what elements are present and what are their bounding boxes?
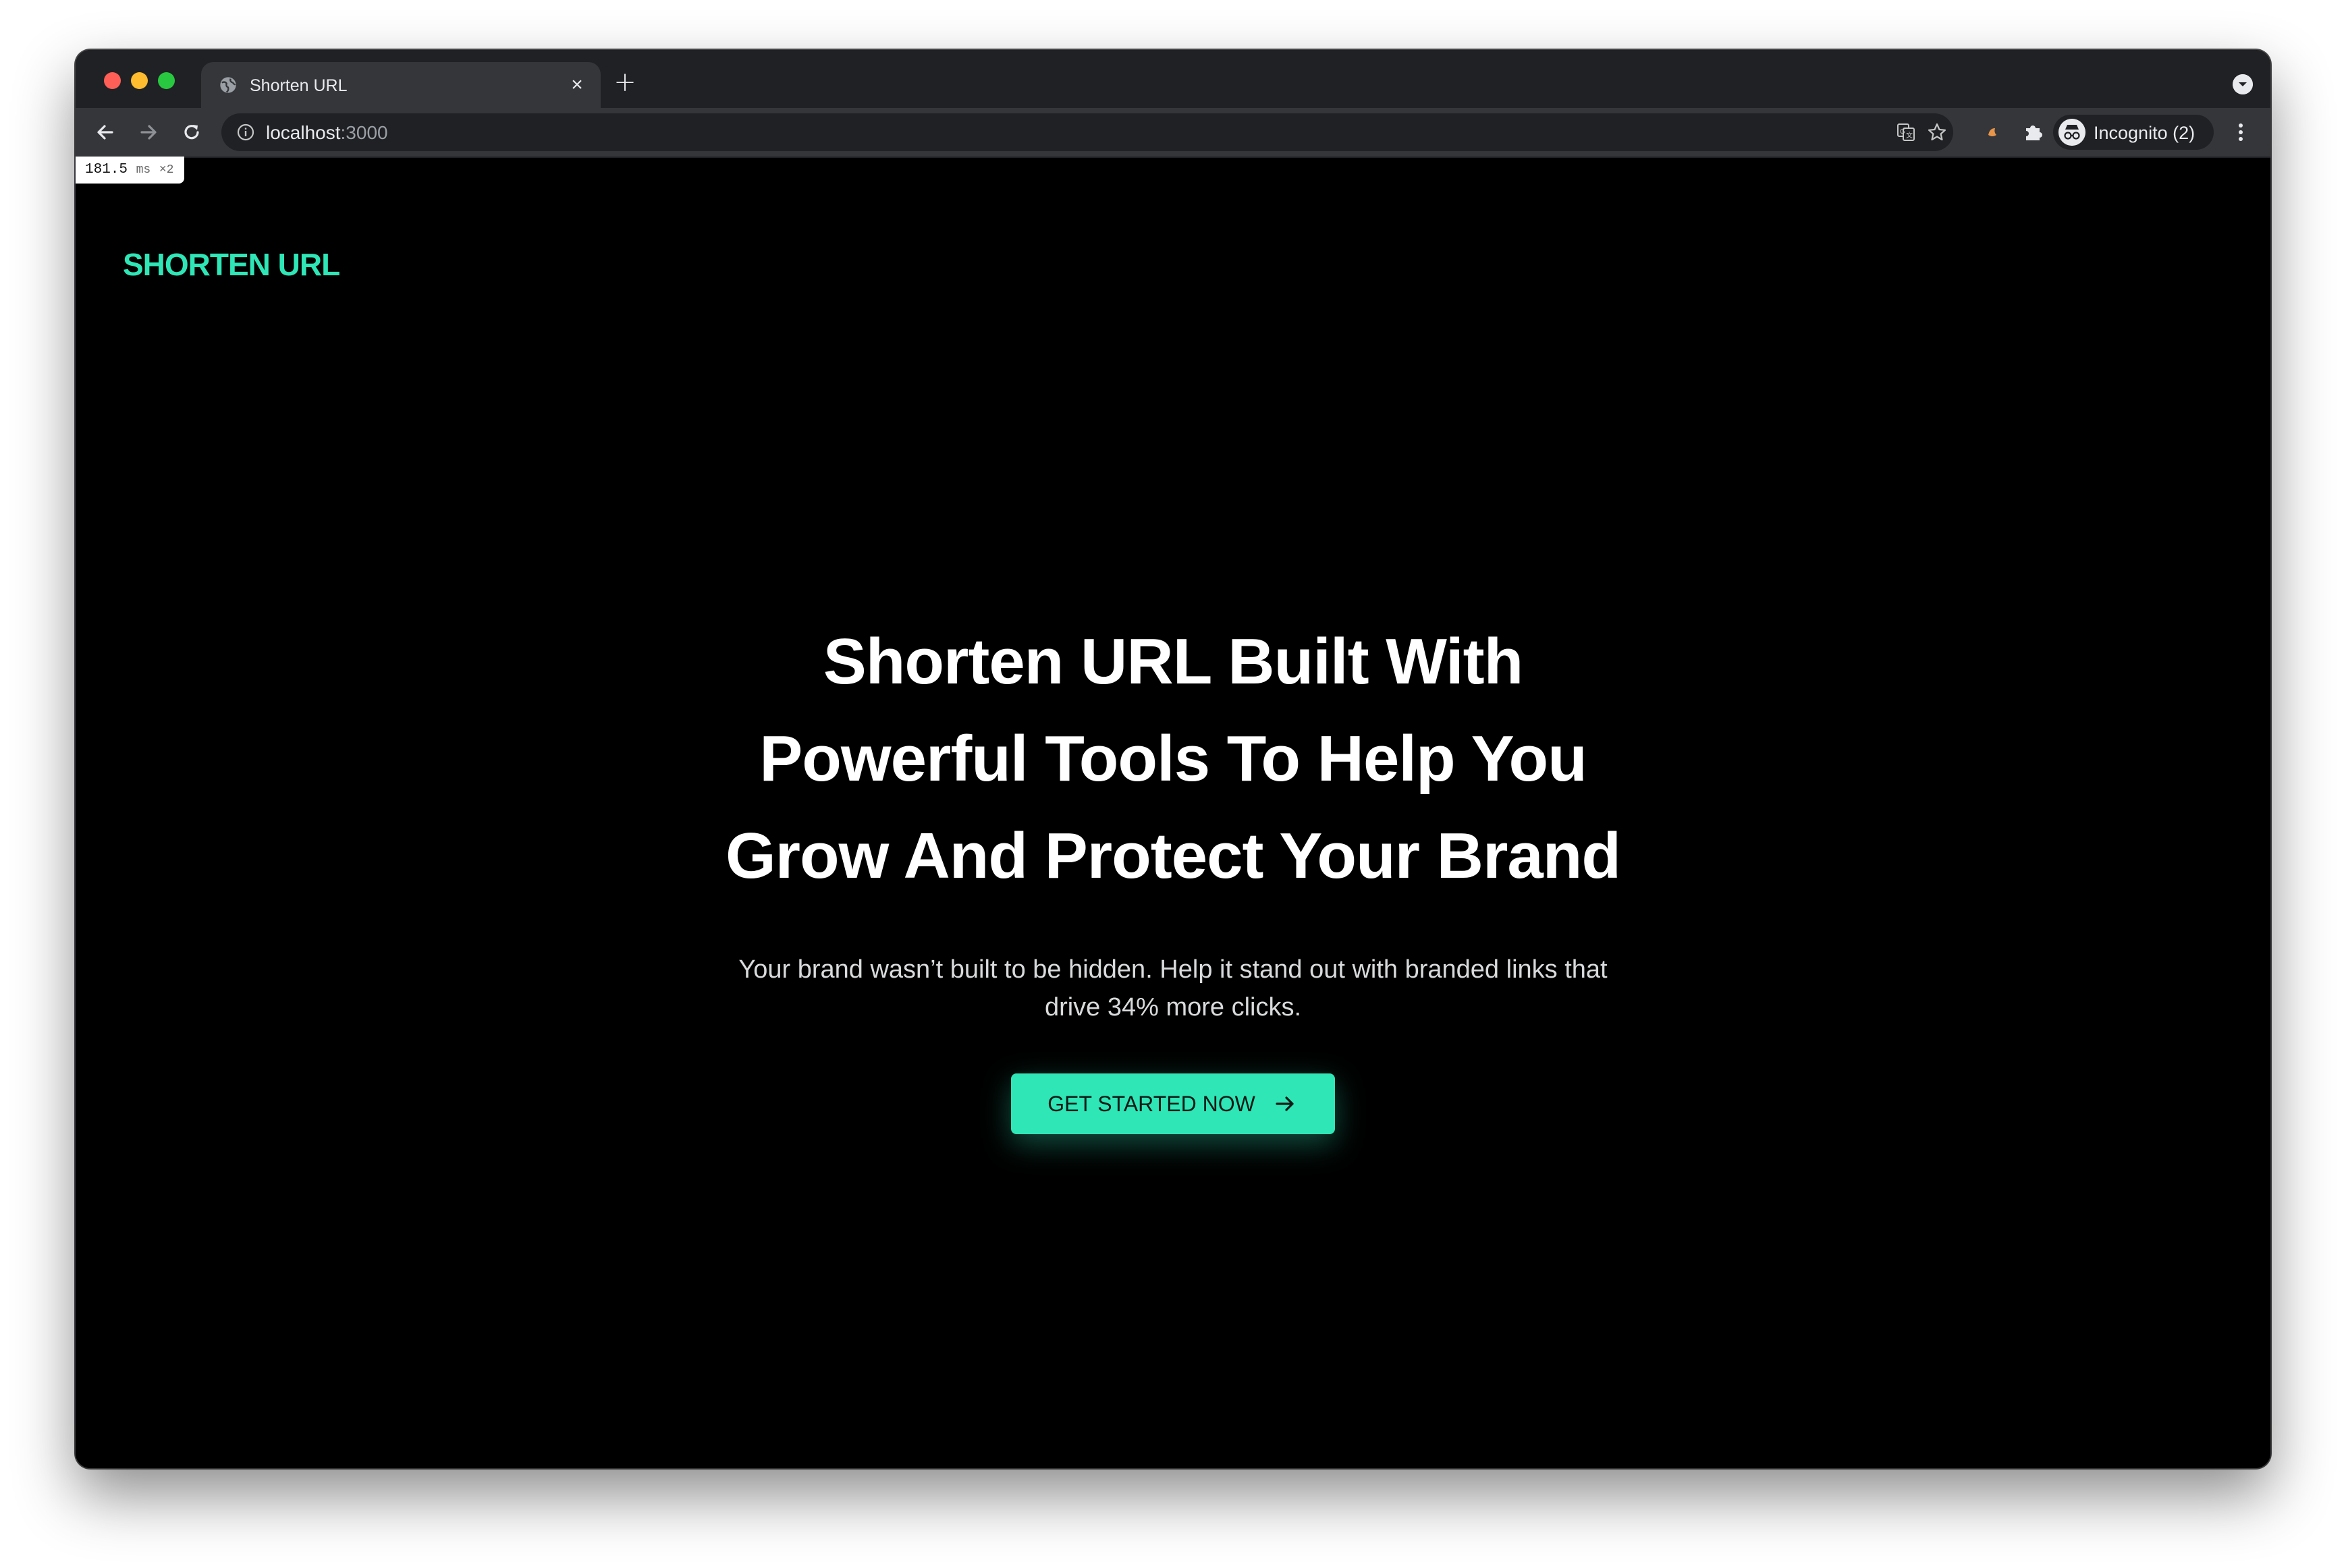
new-tab-button[interactable]: + <box>613 69 637 96</box>
svg-text:文: 文 <box>1906 131 1913 140</box>
get-started-label: GET STARTED NOW <box>1047 1092 1255 1116</box>
maximize-window-button[interactable] <box>158 72 175 89</box>
address-bar[interactable]: localhost:3000 G 文 <box>221 113 1953 151</box>
url-host: localhost <box>266 122 341 143</box>
browser-toolbar: localhost:3000 G 文 Incognito (2) <box>76 108 2270 158</box>
render-time-value: 181.5 <box>85 162 128 177</box>
kebab-menu-icon[interactable] <box>2234 119 2247 146</box>
render-time-badge: 181.5 ms ×2 <box>76 157 185 184</box>
tab-search-icon[interactable] <box>2233 74 2253 94</box>
info-icon[interactable] <box>236 123 255 142</box>
url-port: :3000 <box>340 122 388 143</box>
tab-title: Shorten URL <box>250 76 348 95</box>
render-time-multiplier: ×2 <box>159 163 174 177</box>
hero-title-line: Grow And Protect Your Brand <box>726 820 1621 892</box>
hero-subtitle-line: Your brand wasn’t built to be hidden. He… <box>738 955 1608 984</box>
forward-icon[interactable] <box>135 119 162 146</box>
get-started-button[interactable]: GET STARTED NOW <box>1011 1073 1335 1134</box>
tab-strip: Shorten URL × + <box>76 50 2270 108</box>
back-icon[interactable] <box>92 119 119 146</box>
hero-subtitle-line: drive 34% more clicks. <box>1044 993 1302 1021</box>
globe-icon <box>220 77 236 93</box>
translate-icon[interactable]: G 文 <box>1895 121 1917 143</box>
page-viewport: SHORTEN URL Shorten URL Built With Power… <box>76 158 2270 1468</box>
puzzle-icon[interactable] <box>2022 121 2044 143</box>
arrow-right-icon <box>1276 1096 1294 1111</box>
hero-title-line: Powerful Tools To Help You <box>759 723 1587 795</box>
svg-text:G: G <box>1900 128 1905 136</box>
hero-subtitle: Your brand wasn’t built to be hidden. He… <box>687 951 1659 1026</box>
star-icon[interactable] <box>1926 121 1948 143</box>
site-logo[interactable]: SHORTEN URL <box>123 246 340 283</box>
close-window-button[interactable] <box>104 72 121 89</box>
reload-icon[interactable] <box>178 119 205 146</box>
browser-tab[interactable]: Shorten URL × <box>201 62 601 108</box>
close-tab-icon[interactable]: × <box>566 74 589 96</box>
incognito-profile-button[interactable]: Incognito (2) <box>2053 115 2214 150</box>
render-time-unit: ms <box>136 163 151 177</box>
hero-title-line: Shorten URL Built With <box>823 625 1524 698</box>
address-url: localhost:3000 <box>266 122 388 144</box>
incognito-icon <box>2058 119 2085 146</box>
hero-section: Shorten URL Built With Powerful Tools To… <box>76 613 2270 1134</box>
incognito-label: Incognito (2) <box>2094 123 2195 143</box>
extension-icon[interactable] <box>1982 121 2003 143</box>
hero-title: Shorten URL Built With Powerful Tools To… <box>667 613 1679 905</box>
minimize-window-button[interactable] <box>131 72 148 89</box>
browser-window: Shorten URL × + localhost:3000 G 文 Incog… <box>76 50 2270 1468</box>
